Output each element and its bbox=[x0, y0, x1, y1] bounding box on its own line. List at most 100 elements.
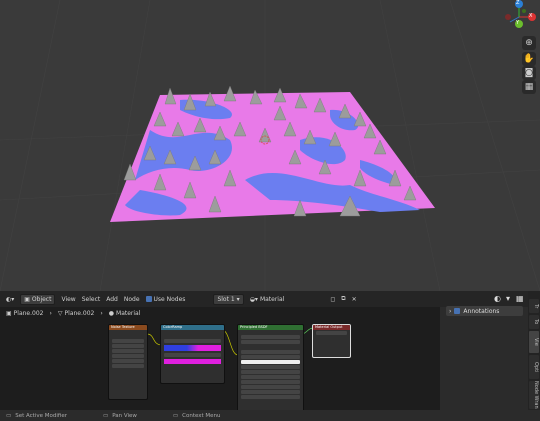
node-sidebar: ◐ ▾ ▦ › Annotations bbox=[440, 291, 528, 410]
noise-texture-node[interactable]: Noise Texture bbox=[108, 324, 148, 400]
gizmo-z-label: Z bbox=[516, 0, 520, 6]
node-field[interactable] bbox=[112, 354, 144, 358]
node-field[interactable] bbox=[241, 370, 300, 374]
status-bar: ▭ Set Active Modifier ▭ Pan View ▭ Conte… bbox=[0, 410, 540, 421]
overlay-icon[interactable]: ◐ bbox=[494, 294, 501, 303]
node-field[interactable] bbox=[241, 390, 300, 394]
node-field[interactable] bbox=[241, 340, 300, 344]
node-field[interactable] bbox=[316, 331, 347, 335]
status-context-menu: Context Menu bbox=[182, 412, 221, 419]
menu-view-label: View bbox=[61, 295, 76, 303]
gizmo-x-label: X bbox=[529, 13, 533, 19]
use-nodes-toggle[interactable]: Use Nodes bbox=[145, 295, 186, 303]
node-field[interactable] bbox=[241, 355, 300, 359]
snap-icon[interactable]: ▦ bbox=[516, 294, 524, 303]
menu-select[interactable]: Select bbox=[82, 296, 101, 303]
sidebar-header: ◐ ▾ ▦ bbox=[440, 291, 528, 307]
mouse-left-icon: ▭ bbox=[6, 412, 12, 419]
annotations-label: Annotations bbox=[463, 307, 500, 315]
node-field[interactable] bbox=[112, 364, 144, 368]
gizmo-y-label: Y bbox=[516, 20, 520, 26]
node-row bbox=[238, 345, 303, 349]
tab-view[interactable]: Vie bbox=[529, 331, 539, 353]
chevron-right-icon: › bbox=[100, 310, 103, 317]
node-field[interactable] bbox=[164, 353, 221, 357]
slot-dropdown[interactable]: Slot 1 ▾ bbox=[213, 293, 244, 305]
tab-node-wrangler[interactable]: Node Wran bbox=[529, 381, 539, 409]
object-mode-label: Object bbox=[31, 295, 52, 303]
color-swatch[interactable] bbox=[164, 359, 221, 364]
mouse-right-icon: ▭ bbox=[172, 412, 179, 419]
scene-canvas bbox=[0, 0, 540, 291]
breadcrumb-mesh: Plane.002 bbox=[64, 310, 95, 317]
node-field[interactable] bbox=[241, 360, 300, 364]
annotations-panel[interactable]: › Annotations bbox=[446, 306, 523, 316]
shield-icon[interactable]: ◻ bbox=[330, 296, 335, 303]
annotations-checkbox[interactable] bbox=[454, 308, 461, 314]
node-field[interactable] bbox=[164, 339, 221, 343]
node-row bbox=[109, 334, 147, 338]
node-field[interactable] bbox=[112, 349, 144, 353]
mesh-icon: ▽ bbox=[57, 310, 63, 317]
principled-bsdf-node[interactable]: Principled BSDF bbox=[237, 324, 304, 410]
chevron-down-icon: › bbox=[449, 307, 452, 315]
breadcrumb-object: Plane.002 bbox=[13, 310, 44, 317]
node-field[interactable] bbox=[241, 335, 300, 339]
slot-label: Slot 1 bbox=[217, 295, 235, 303]
material-selector[interactable]: ◒▾ Material bbox=[250, 296, 285, 303]
copy-icon[interactable]: ⧉ bbox=[341, 295, 345, 303]
menu-node-label: Node bbox=[123, 295, 140, 303]
chevron-down-icon: ▾ bbox=[236, 295, 240, 303]
node-field[interactable] bbox=[112, 344, 144, 348]
overlay-dropdown-icon[interactable]: ▾ bbox=[506, 294, 510, 303]
object-mode-icon: ▣ bbox=[24, 295, 30, 303]
node-row bbox=[161, 366, 224, 370]
node-field[interactable] bbox=[241, 395, 300, 399]
node-editor-header: ◐▾ ▣ Object View Select Add Node Use Nod… bbox=[0, 291, 440, 307]
menu-add-label: Add bbox=[106, 295, 118, 303]
tab-tool[interactable]: To bbox=[529, 315, 539, 329]
menu-select-label: Select bbox=[81, 295, 101, 303]
camera-icon[interactable]: ◙ bbox=[522, 66, 536, 80]
object-mode-dropdown[interactable]: ▣ Object bbox=[20, 293, 56, 305]
node-field[interactable] bbox=[112, 359, 144, 363]
menu-view[interactable]: View bbox=[61, 296, 75, 303]
node-field[interactable] bbox=[241, 380, 300, 384]
node-editor-canvas[interactable]: Noise Texture ColorRamp Principled BSDF bbox=[0, 320, 440, 410]
menu-add[interactable]: Add bbox=[106, 296, 118, 303]
node-row bbox=[161, 334, 224, 338]
close-icon[interactable]: ✕ bbox=[352, 296, 357, 303]
status-pan-view: Pan View bbox=[112, 412, 137, 419]
3d-viewport[interactable]: X Z Y ⊕ ✋ ◙ ▦ bbox=[0, 0, 540, 291]
node-row bbox=[313, 344, 350, 348]
chevron-right-icon: › bbox=[49, 310, 52, 317]
grid-view-icon[interactable]: ▦ bbox=[522, 80, 536, 94]
menu-node[interactable]: Node bbox=[124, 296, 140, 303]
node-field[interactable] bbox=[241, 375, 300, 379]
node-field[interactable] bbox=[241, 365, 300, 369]
zoom-icon[interactable]: ⊕ bbox=[522, 36, 536, 50]
breadcrumb: ▣ Plane.002 › ▽ Plane.002 › ● Material bbox=[0, 307, 440, 320]
object-icon: ▣ bbox=[6, 310, 12, 317]
use-nodes-checkbox[interactable] bbox=[145, 296, 152, 302]
tab-tree[interactable]: Tr bbox=[529, 299, 539, 313]
node-field[interactable] bbox=[112, 339, 144, 343]
tab-options[interactable]: Opti bbox=[529, 355, 539, 379]
material-icon: ● bbox=[108, 310, 115, 317]
node-field[interactable] bbox=[241, 385, 300, 389]
editor-type-icon[interactable]: ◐▾ bbox=[6, 296, 14, 303]
sidebar-tabs: Tr To Vie Opti Node Wran bbox=[528, 291, 540, 410]
material-label: Material bbox=[259, 295, 285, 303]
node-field[interactable] bbox=[241, 350, 300, 354]
material-output-title: Material Output bbox=[313, 325, 350, 330]
pan-hand-icon[interactable]: ✋ bbox=[522, 52, 536, 66]
material-sphere-icon: ◒▾ bbox=[249, 295, 258, 303]
use-nodes-label: Use Nodes bbox=[153, 295, 186, 303]
breadcrumb-material: Material bbox=[116, 310, 141, 317]
status-set-active-modifier: Set Active Modifier bbox=[15, 412, 67, 419]
material-output-node[interactable]: Material Output bbox=[312, 324, 351, 358]
node-row bbox=[238, 330, 303, 334]
mouse-middle-icon: ▭ bbox=[102, 412, 109, 419]
color-ramp-gradient[interactable] bbox=[164, 345, 221, 351]
colorramp-node[interactable]: ColorRamp bbox=[160, 324, 225, 384]
